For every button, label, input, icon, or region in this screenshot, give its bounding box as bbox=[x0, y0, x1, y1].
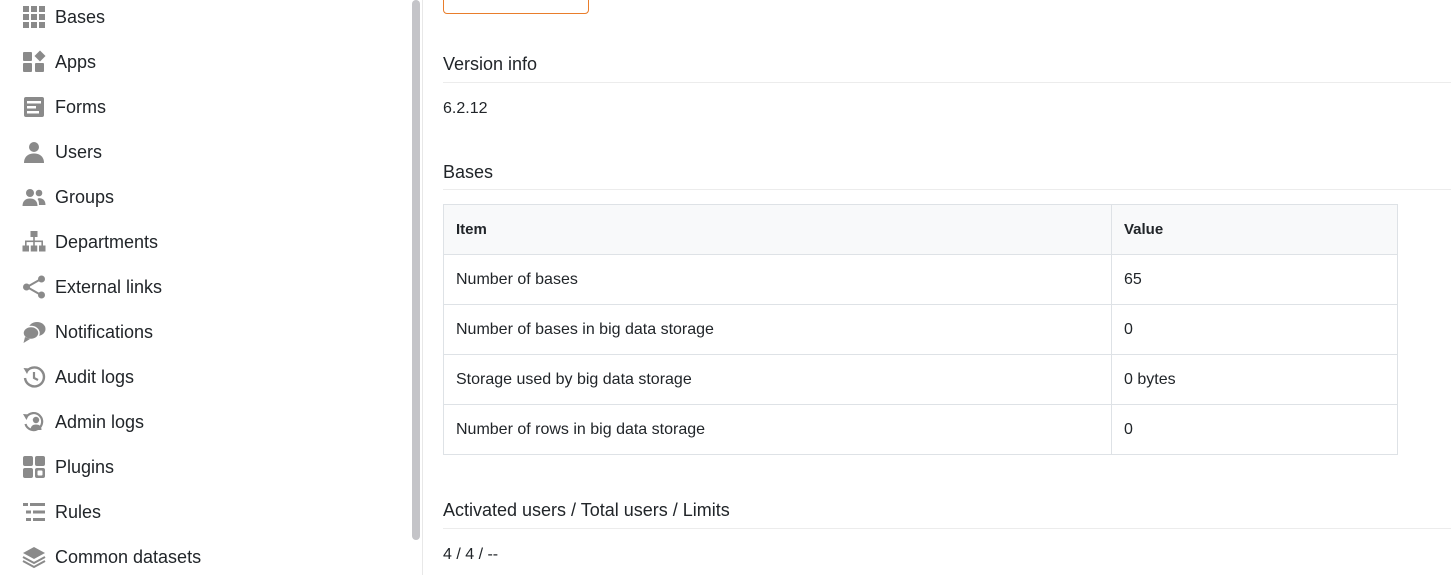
table-cell-item: Number of rows in big data storage bbox=[443, 404, 1112, 455]
table-cell-item: Storage used by big data storage bbox=[443, 354, 1112, 405]
sidebar-item-label: Groups bbox=[55, 186, 115, 207]
layers-icon bbox=[22, 545, 46, 569]
sidebar-item-departments[interactable]: Departments bbox=[22, 227, 158, 257]
sidebar-scrollbar[interactable] bbox=[410, 0, 423, 575]
sidebar-item-plugins[interactable]: Plugins bbox=[22, 452, 114, 482]
share-icon bbox=[22, 275, 46, 299]
table-header-row: Item Value bbox=[443, 204, 1398, 255]
plugin-icon bbox=[22, 455, 46, 479]
table-row: Number of bases in big data storage 0 bbox=[443, 304, 1398, 355]
table-cell-value: 65 bbox=[1111, 254, 1398, 305]
org-chart-icon bbox=[22, 230, 46, 254]
column-header-value: Value bbox=[1111, 204, 1398, 255]
version-value: 6.2.12 bbox=[443, 100, 488, 117]
group-icon bbox=[22, 185, 46, 209]
bases-table: Item Value Number of bases 65 Number of … bbox=[443, 204, 1398, 455]
form-icon bbox=[22, 95, 46, 119]
sidebar-item-rules[interactable]: Rules bbox=[22, 497, 101, 527]
sidebar-item-notifications[interactable]: Notifications bbox=[22, 317, 153, 347]
user-icon bbox=[22, 140, 46, 164]
table-row: Number of bases 65 bbox=[443, 254, 1398, 305]
rules-icon bbox=[22, 500, 46, 524]
app-window: Bases Apps Forms Users Groups Department… bbox=[0, 0, 1451, 575]
table-cell-item: Number of bases in big data storage bbox=[443, 304, 1112, 355]
sidebar: Bases Apps Forms Users Groups Department… bbox=[0, 0, 410, 575]
section-divider bbox=[443, 189, 1451, 190]
bases-title: Bases bbox=[443, 162, 494, 182]
admin-history-icon bbox=[22, 410, 46, 434]
table-cell-value: 0 bbox=[1111, 404, 1398, 455]
main-content: Version info 6.2.12 Bases Item Value Num… bbox=[443, 0, 1451, 575]
sidebar-item-label: Audit logs bbox=[55, 366, 135, 387]
history-icon bbox=[22, 365, 46, 389]
sidebar-item-label: Departments bbox=[55, 231, 159, 252]
sidebar-item-label: Apps bbox=[55, 51, 97, 72]
section-divider bbox=[443, 528, 1451, 529]
users-stats-value: 4 / 4 / -- bbox=[443, 546, 499, 563]
sidebar-item-apps[interactable]: Apps bbox=[22, 47, 96, 77]
table-cell-value: 0 bbox=[1111, 304, 1398, 355]
sidebar-item-label: Users bbox=[55, 141, 103, 162]
sidebar-item-label: Forms bbox=[55, 96, 106, 117]
sidebar-scrollbar-thumb[interactable] bbox=[412, 0, 420, 540]
table-row: Storage used by big data storage 0 bytes bbox=[443, 354, 1398, 405]
sidebar-item-forms[interactable]: Forms bbox=[22, 92, 106, 122]
table-row: Number of rows in big data storage 0 bbox=[443, 404, 1398, 455]
table-cell-value: 0 bytes bbox=[1111, 354, 1398, 405]
sidebar-item-audit-logs[interactable]: Audit logs bbox=[22, 362, 134, 392]
grid-icon bbox=[22, 5, 46, 29]
section-divider bbox=[443, 82, 1451, 83]
version-info-title: Version info bbox=[443, 54, 538, 74]
sidebar-item-label: Common datasets bbox=[55, 546, 202, 567]
sidebar-item-label: Plugins bbox=[55, 456, 115, 477]
users-stats-title: Activated users / Total users / Limits bbox=[443, 500, 730, 520]
sidebar-item-label: Rules bbox=[55, 501, 102, 522]
chat-bubbles-icon bbox=[22, 320, 46, 344]
sidebar-item-label: External links bbox=[55, 276, 163, 297]
sidebar-item-admin-logs[interactable]: Admin logs bbox=[22, 407, 144, 437]
top-action-button[interactable] bbox=[443, 0, 589, 14]
sidebar-item-label: Admin logs bbox=[55, 411, 145, 432]
column-header-item: Item bbox=[443, 204, 1112, 255]
apps-icon bbox=[22, 50, 46, 74]
table-cell-item: Number of bases bbox=[443, 254, 1112, 305]
sidebar-item-external-links[interactable]: External links bbox=[22, 272, 162, 302]
sidebar-item-bases[interactable]: Bases bbox=[22, 2, 105, 32]
sidebar-item-label: Notifications bbox=[55, 321, 154, 342]
sidebar-item-groups[interactable]: Groups bbox=[22, 182, 114, 212]
sidebar-item-common-datasets[interactable]: Common datasets bbox=[22, 542, 201, 572]
sidebar-item-label: Bases bbox=[55, 6, 106, 27]
sidebar-item-users[interactable]: Users bbox=[22, 137, 102, 167]
